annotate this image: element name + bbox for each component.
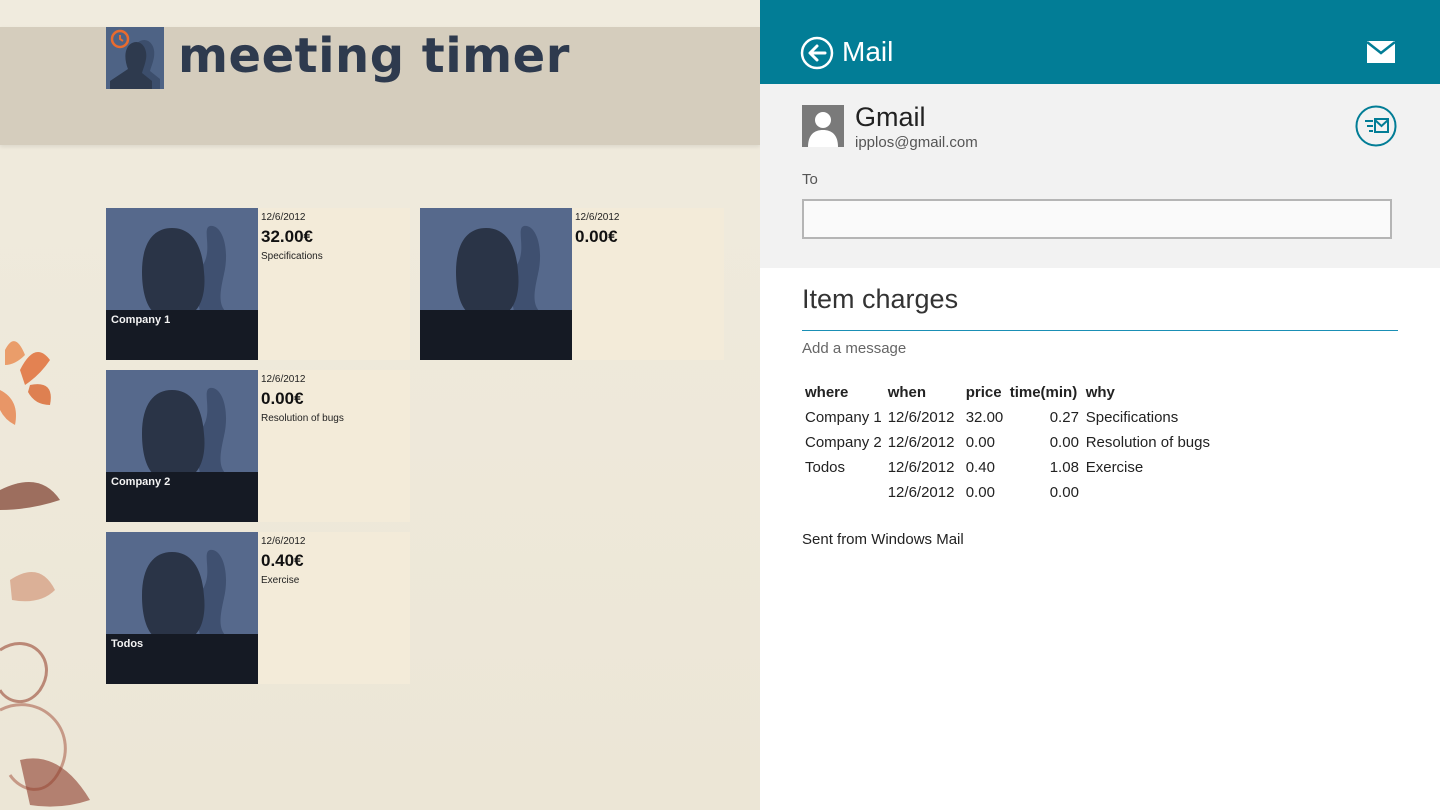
tile-amount: 32.00€ — [261, 227, 313, 246]
tile-company-name: Todos — [111, 638, 144, 650]
mail-share-pane: Mail Gmail ipplos@gmail.com To Item char… — [760, 0, 1440, 810]
person-silhouette-icon: Company 1 — [106, 208, 258, 360]
column-header: price — [965, 384, 1002, 401]
table-cell: 0.00 — [1049, 484, 1079, 501]
table-cell: 12/6/2012 — [887, 434, 955, 451]
table-cell: 32.00 — [965, 409, 1004, 426]
column-header: where — [805, 384, 849, 401]
app-title: meeting timer — [178, 28, 570, 84]
column-header: why — [1085, 384, 1115, 401]
table-cell: 12/6/2012 — [887, 459, 955, 476]
tile-description: Specifications — [261, 251, 323, 262]
mail-topbar: Mail — [760, 0, 1440, 84]
table-row: Company 2 12/6/2012 0.00 0.00 Resolution… — [802, 430, 1213, 455]
account-name: Gmail — [855, 102, 926, 132]
tile-band — [420, 310, 572, 360]
table-row: Todos 12/6/2012 0.40 1.08 Exercise — [802, 455, 1213, 480]
message-body-placeholder[interactable]: Add a message — [802, 340, 906, 357]
meeting-tile[interactable]: 12/6/2012 0.00€ — [420, 208, 724, 360]
envelope-icon[interactable] — [1366, 40, 1396, 64]
table-row: Company 1 12/6/2012 32.00 0.27 Specifica… — [802, 405, 1213, 430]
subject-field[interactable]: Item charges — [802, 284, 958, 315]
to-label: To — [802, 171, 818, 188]
table-cell: Specifications — [1085, 409, 1179, 426]
table-cell: Todos — [805, 459, 846, 476]
column-header: time(min) — [1009, 384, 1078, 401]
person-silhouette-icon: Company 2 — [106, 370, 258, 522]
back-arrow-circle-icon[interactable] — [800, 36, 834, 70]
item-charges-table: where when price time(min) why Company 1… — [802, 380, 1213, 505]
tile-amount: 0.40€ — [261, 551, 304, 570]
tile-company-name: Company 1 — [111, 314, 171, 326]
tile-date: 12/6/2012 — [261, 212, 306, 223]
table-row: 12/6/2012 0.00 0.00 — [802, 480, 1213, 505]
column-header: when — [887, 384, 927, 401]
tile-date: 12/6/2012 — [261, 374, 306, 385]
to-field[interactable] — [802, 199, 1392, 239]
table-cell: Company 2 — [805, 434, 882, 451]
table-cell: 0.00 — [965, 484, 995, 501]
tile-info: 12/6/2012 0.00€ Resolution of bugs — [258, 370, 410, 522]
tile-amount: 0.00€ — [261, 389, 304, 408]
table-header-row: where when price time(min) why — [802, 380, 1213, 405]
accounts-mail-icon[interactable] — [1355, 105, 1397, 147]
tile-amount: 0.00€ — [575, 227, 618, 246]
table-cell: 0.27 — [1049, 409, 1079, 426]
tile-description: Exercise — [261, 575, 300, 586]
table-cell: 1.08 — [1049, 459, 1079, 476]
meeting-tile[interactable]: Company 1 12/6/2012 32.00€ Specification… — [106, 208, 410, 360]
table-cell: 0.40 — [965, 459, 995, 476]
meeting-timer-app: meeting timer Company 1 12/6/2012 32.00€… — [0, 0, 760, 810]
table-cell: Resolution of bugs — [1085, 434, 1210, 451]
tile-info: 12/6/2012 0.00€ — [572, 208, 724, 360]
tile-info: 12/6/2012 0.40€ Exercise — [258, 532, 410, 684]
meeting-tile[interactable]: Company 2 12/6/2012 0.00€ Resolution of … — [106, 370, 410, 522]
table-cell: 0.00 — [1049, 434, 1079, 451]
tile-description: Resolution of bugs — [261, 413, 344, 424]
subject-underline — [802, 330, 1398, 331]
account-email: ipplos@gmail.com — [855, 134, 978, 151]
signature-text: Sent from Windows Mail — [802, 531, 964, 548]
table-cell: Company 1 — [805, 409, 882, 426]
table-cell: Exercise — [1085, 459, 1144, 476]
tile-date: 12/6/2012 — [575, 212, 620, 223]
person-silhouette-icon — [420, 208, 572, 360]
person-silhouette-icon: Todos — [106, 532, 258, 684]
table-cell: 0.00 — [965, 434, 995, 451]
tile-date: 12/6/2012 — [261, 536, 306, 547]
floral-decoration — [0, 341, 90, 807]
compose-header: Gmail ipplos@gmail.com To — [760, 84, 1440, 268]
table-cell: 12/6/2012 — [887, 409, 955, 426]
table-cell — [802, 480, 885, 505]
person-silhouette-icon — [802, 105, 844, 147]
tile-info: 12/6/2012 32.00€ Specifications — [258, 208, 410, 360]
table-cell — [1083, 480, 1213, 505]
clock-people-icon — [106, 27, 164, 89]
meeting-tile[interactable]: Todos 12/6/2012 0.40€ Exercise — [106, 532, 410, 684]
table-cell: 12/6/2012 — [887, 484, 955, 501]
mail-title: Mail — [842, 36, 894, 67]
tile-company-name: Company 2 — [111, 476, 171, 488]
